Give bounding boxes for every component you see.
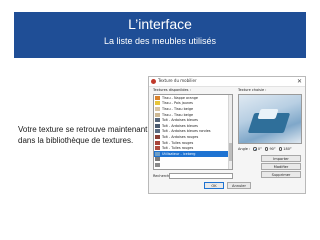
app-icon xyxy=(151,79,156,84)
slide-title: L’interface xyxy=(128,16,192,32)
texture-name: Toit - Ardoises bleues rondes xyxy=(162,129,211,134)
texture-list-scrollbar[interactable] xyxy=(228,95,232,169)
import-button[interactable]: Importer xyxy=(261,155,301,162)
texture-swatch xyxy=(155,106,160,111)
texture-swatch xyxy=(155,146,160,151)
dialog-titlebar: Texture du mobilier ✕ xyxy=(149,77,305,87)
chosen-texture-label: Texture choisie : xyxy=(238,88,267,92)
angle-option-180: 180° xyxy=(283,147,292,151)
scrollbar-thumb[interactable] xyxy=(229,143,232,161)
texture-list-item[interactable] xyxy=(154,162,232,168)
texture-swatch xyxy=(155,134,160,139)
angle-label: Angle : xyxy=(238,147,251,151)
texture-swatch xyxy=(155,101,160,106)
slide-caption: Votre texture se retrouve maintenant dan… xyxy=(18,125,148,145)
angle-radio-0[interactable] xyxy=(253,147,257,151)
texture-swatch xyxy=(155,151,160,156)
texture-swatch xyxy=(155,157,160,162)
angle-option-90: 90° xyxy=(269,147,276,151)
texture-swatch xyxy=(155,112,160,117)
texture-name: Tissu - Pois jaunes xyxy=(162,101,193,106)
cancel-button[interactable]: Annuler xyxy=(227,182,251,189)
texture-name: Utilisateur - iceberg xyxy=(162,151,196,156)
iceberg-highlight xyxy=(257,109,279,119)
texture-name: Tissu - Tissu beige xyxy=(162,112,194,117)
angle-radio-180[interactable] xyxy=(278,147,283,151)
texture-name: Toit - Ardoises rouges xyxy=(162,134,199,139)
ok-button[interactable]: OK xyxy=(204,182,224,189)
texture-name: Tissu - Nappe orange xyxy=(162,95,198,100)
texture-name: Tissu - Tissu beige xyxy=(162,106,194,111)
texture-name: Toit - Ardoises bleues xyxy=(162,118,198,123)
dialog-title: Texture du mobilier xyxy=(158,78,197,83)
angle-option-0: 0° xyxy=(257,147,262,151)
texture-swatch xyxy=(155,129,160,134)
slide-title-banner: L’interface La liste des meubles utilisé… xyxy=(14,12,306,58)
texture-name: Toit - Tuiles rouges xyxy=(162,140,194,145)
texture-dialog: Texture du mobilier ✕ Textures disponibl… xyxy=(148,76,306,194)
angle-selector: Angle : 0° 90° 180° xyxy=(238,147,292,151)
close-icon[interactable]: ✕ xyxy=(297,77,302,86)
modify-button[interactable]: Modifier xyxy=(261,163,301,170)
texture-list[interactable]: Tissu - Nappe orange Tissu - Pois jaunes T… xyxy=(153,94,233,170)
texture-swatch xyxy=(155,162,160,167)
texture-swatch xyxy=(155,123,160,128)
slide-subtitle: La liste des meubles utilisés xyxy=(103,36,217,46)
delete-button[interactable]: Supprimer xyxy=(261,171,301,178)
available-textures-label: Textures disponibles : xyxy=(153,88,191,92)
texture-name: Toit - Ardoises bleues xyxy=(162,123,198,128)
chosen-texture-preview xyxy=(238,94,302,144)
texture-name: Toit - Tuiles rouges xyxy=(162,146,194,151)
texture-swatch xyxy=(155,118,160,123)
texture-swatch xyxy=(155,95,160,100)
texture-swatch xyxy=(155,140,160,145)
search-input[interactable] xyxy=(169,173,233,179)
angle-radio-90[interactable] xyxy=(264,147,269,151)
